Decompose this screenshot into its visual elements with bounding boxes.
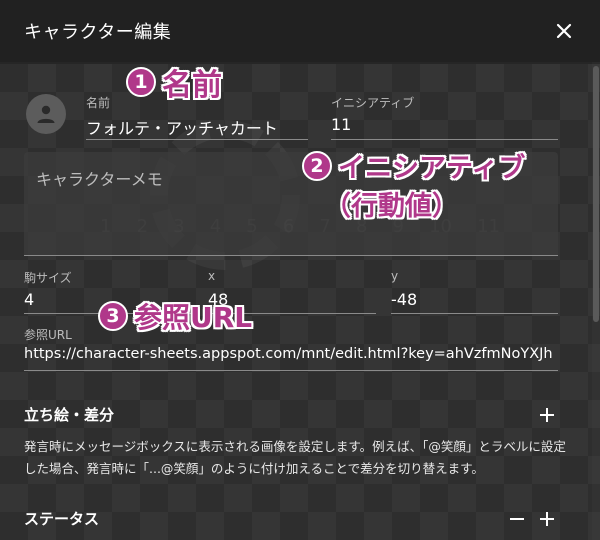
add-portrait-button[interactable] xyxy=(535,403,559,427)
annotation-3: 3 参照URL xyxy=(98,296,252,336)
x-label: x xyxy=(208,269,216,283)
annotation-text: 名前 xyxy=(162,68,222,103)
annotation-text-line2: （行動値） xyxy=(324,191,459,222)
initiative-field-underline xyxy=(331,139,558,140)
add-status-button[interactable] xyxy=(535,507,559,531)
name-field[interactable]: フォルテ・アッチャカート xyxy=(86,115,306,139)
annotation-1: 1 名前 xyxy=(126,60,222,104)
annotation-text: イニシアティブ xyxy=(338,153,526,184)
dialog-title: キャラクター編集 xyxy=(24,22,172,43)
y-label: y xyxy=(391,269,399,283)
url-field-underline xyxy=(24,370,558,371)
url-label: 参照URL xyxy=(24,328,72,342)
initiative-label: イニシアティブ xyxy=(331,96,415,110)
y-field[interactable]: -48 xyxy=(391,290,551,309)
scrollbar-thumb[interactable] xyxy=(593,66,599,322)
name-label: 名前 xyxy=(86,96,111,110)
close-icon xyxy=(556,23,572,39)
url-field[interactable]: https://character-sheets.appspot.com/mnt… xyxy=(24,346,558,362)
annotation-2: 2 イニシアティブ xyxy=(302,146,525,185)
dialog-titlebar: キャラクター編集 xyxy=(0,0,600,62)
status-section-title: ステータス xyxy=(24,510,100,528)
annotation-badge: 1 xyxy=(126,67,156,97)
remove-status-button[interactable] xyxy=(505,507,529,531)
avatar[interactable] xyxy=(26,94,66,134)
close-button[interactable] xyxy=(550,17,578,45)
annotation-badge: 3 xyxy=(98,301,128,331)
initiative-field[interactable]: 11 xyxy=(331,115,551,134)
portrait-section-title: 立ち絵・差分 xyxy=(24,406,115,424)
plus-icon xyxy=(540,512,554,526)
annotation-text: 参照URL xyxy=(134,301,253,334)
plus-icon xyxy=(540,408,554,422)
portrait-description: 発言時にメッセージボックスに表示される画像を設定します。例えば、「@笑顔」とラベ… xyxy=(24,439,566,476)
name-field-underline xyxy=(86,139,308,140)
annotation-badge: 2 xyxy=(302,150,332,181)
memo-placeholder: キャラクターメモ xyxy=(36,170,163,189)
person-icon xyxy=(37,105,55,123)
size-label: 駒サイズ xyxy=(24,271,72,285)
character-edit-dialog: 1 2 3 4 5 6 7 8 9 10 11 キャラクター編集 名前 フォルテ… xyxy=(0,0,600,540)
y-field-underline xyxy=(391,313,558,314)
minus-icon xyxy=(510,518,524,520)
